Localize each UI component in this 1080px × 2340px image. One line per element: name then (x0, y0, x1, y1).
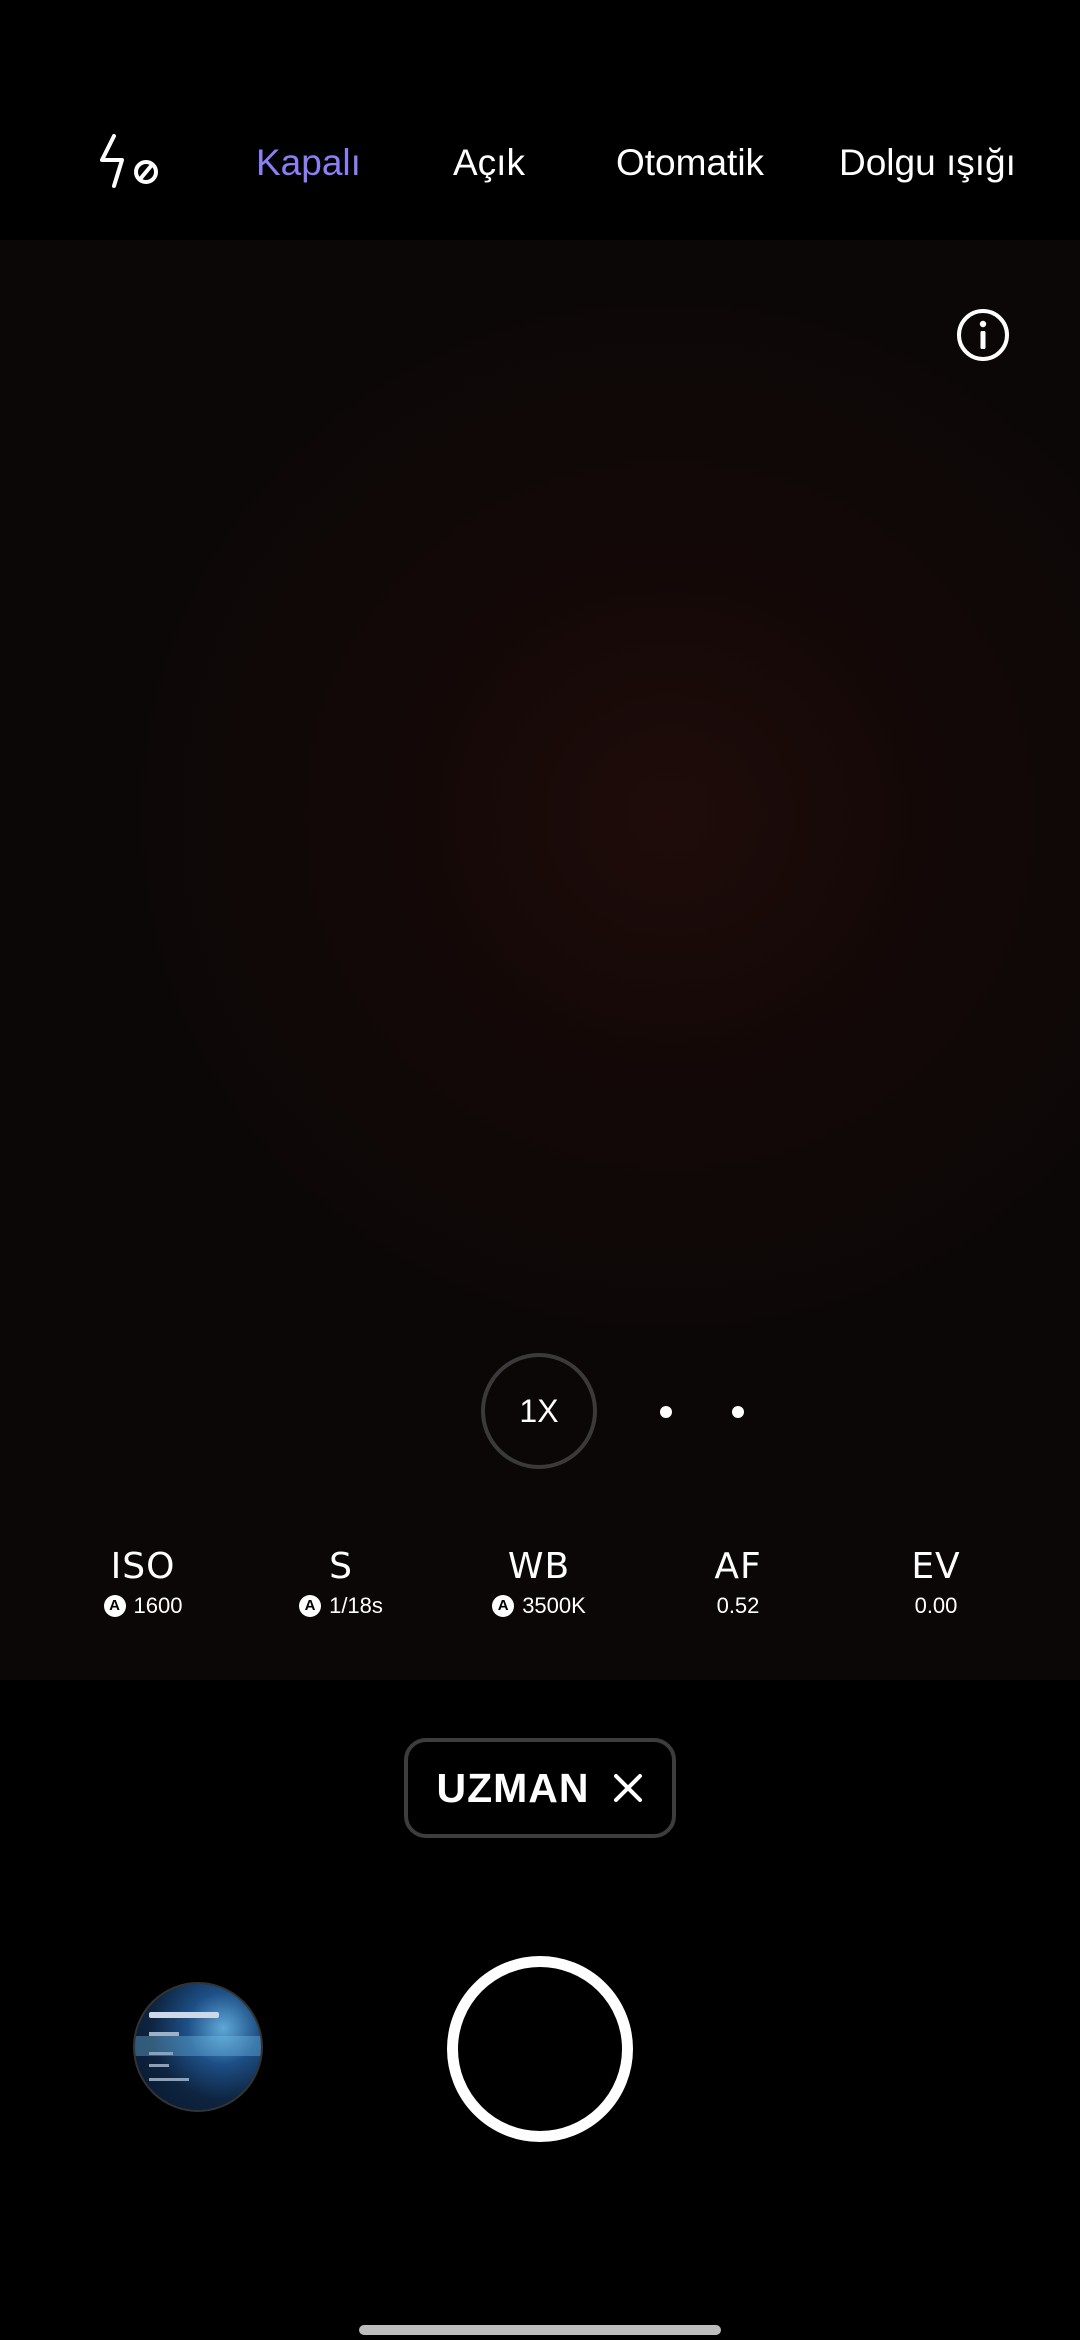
param-iso[interactable]: ISO A 1600 (43, 1545, 243, 1621)
info-icon[interactable] (956, 308, 1010, 362)
flash-off-icon[interactable] (100, 130, 164, 190)
home-indicator[interactable] (359, 2325, 721, 2335)
zoom-level-dot[interactable] (732, 1406, 744, 1418)
flash-option-off[interactable]: Kapalı (256, 140, 361, 186)
auto-badge: A (103, 1595, 126, 1617)
gallery-thumbnail[interactable] (133, 1982, 263, 2112)
param-af-label: AF (714, 1546, 762, 1587)
param-wb-value: 3500K (522, 1593, 586, 1618)
zoom-label: 1X (519, 1392, 559, 1429)
param-exposure[interactable]: EV 0.00 (836, 1545, 1036, 1621)
param-iso-value: 1600 (133, 1593, 183, 1618)
param-white-balance[interactable]: WB A 3500K (439, 1545, 639, 1621)
flash-option-auto[interactable]: Otomatik (616, 140, 764, 186)
auto-badge: A (299, 1595, 322, 1617)
auto-badge: A (492, 1595, 515, 1617)
flash-option-on[interactable]: Açık (453, 140, 525, 186)
mode-chip: UZMAN (404, 1738, 676, 1838)
param-shutter-value: 1/18s (329, 1593, 383, 1618)
param-iso-label: ISO (110, 1546, 176, 1587)
param-ev-label: EV (911, 1546, 961, 1587)
shutter-button[interactable] (447, 1956, 633, 2142)
param-wb-label: WB (507, 1546, 571, 1587)
flash-bar: Kapalı Açık Otomatik Dolgu ışığı (0, 0, 1080, 240)
param-focus[interactable]: AF 0.52 (638, 1545, 838, 1621)
pro-params-bar: ISO A 1600 S A 1/18s WB A 3500K AF 0.52 (0, 1545, 1080, 1655)
param-shutter-label: S (329, 1546, 353, 1587)
zoom-level-dot[interactable] (660, 1406, 672, 1418)
param-ev-value: 0.00 (914, 1593, 958, 1618)
flash-option-fill-light[interactable]: Dolgu ışığı (839, 140, 1016, 186)
zoom-button[interactable]: 1X (481, 1353, 597, 1469)
close-icon[interactable] (612, 1772, 644, 1804)
camera-screen: Kapalı Açık Otomatik Dolgu ışığı 1X ISO … (0, 0, 1080, 2340)
mode-label: UZMAN (436, 1764, 590, 1811)
param-af-value: 0.52 (716, 1593, 760, 1618)
param-shutter[interactable]: S A 1/18s (241, 1545, 441, 1621)
